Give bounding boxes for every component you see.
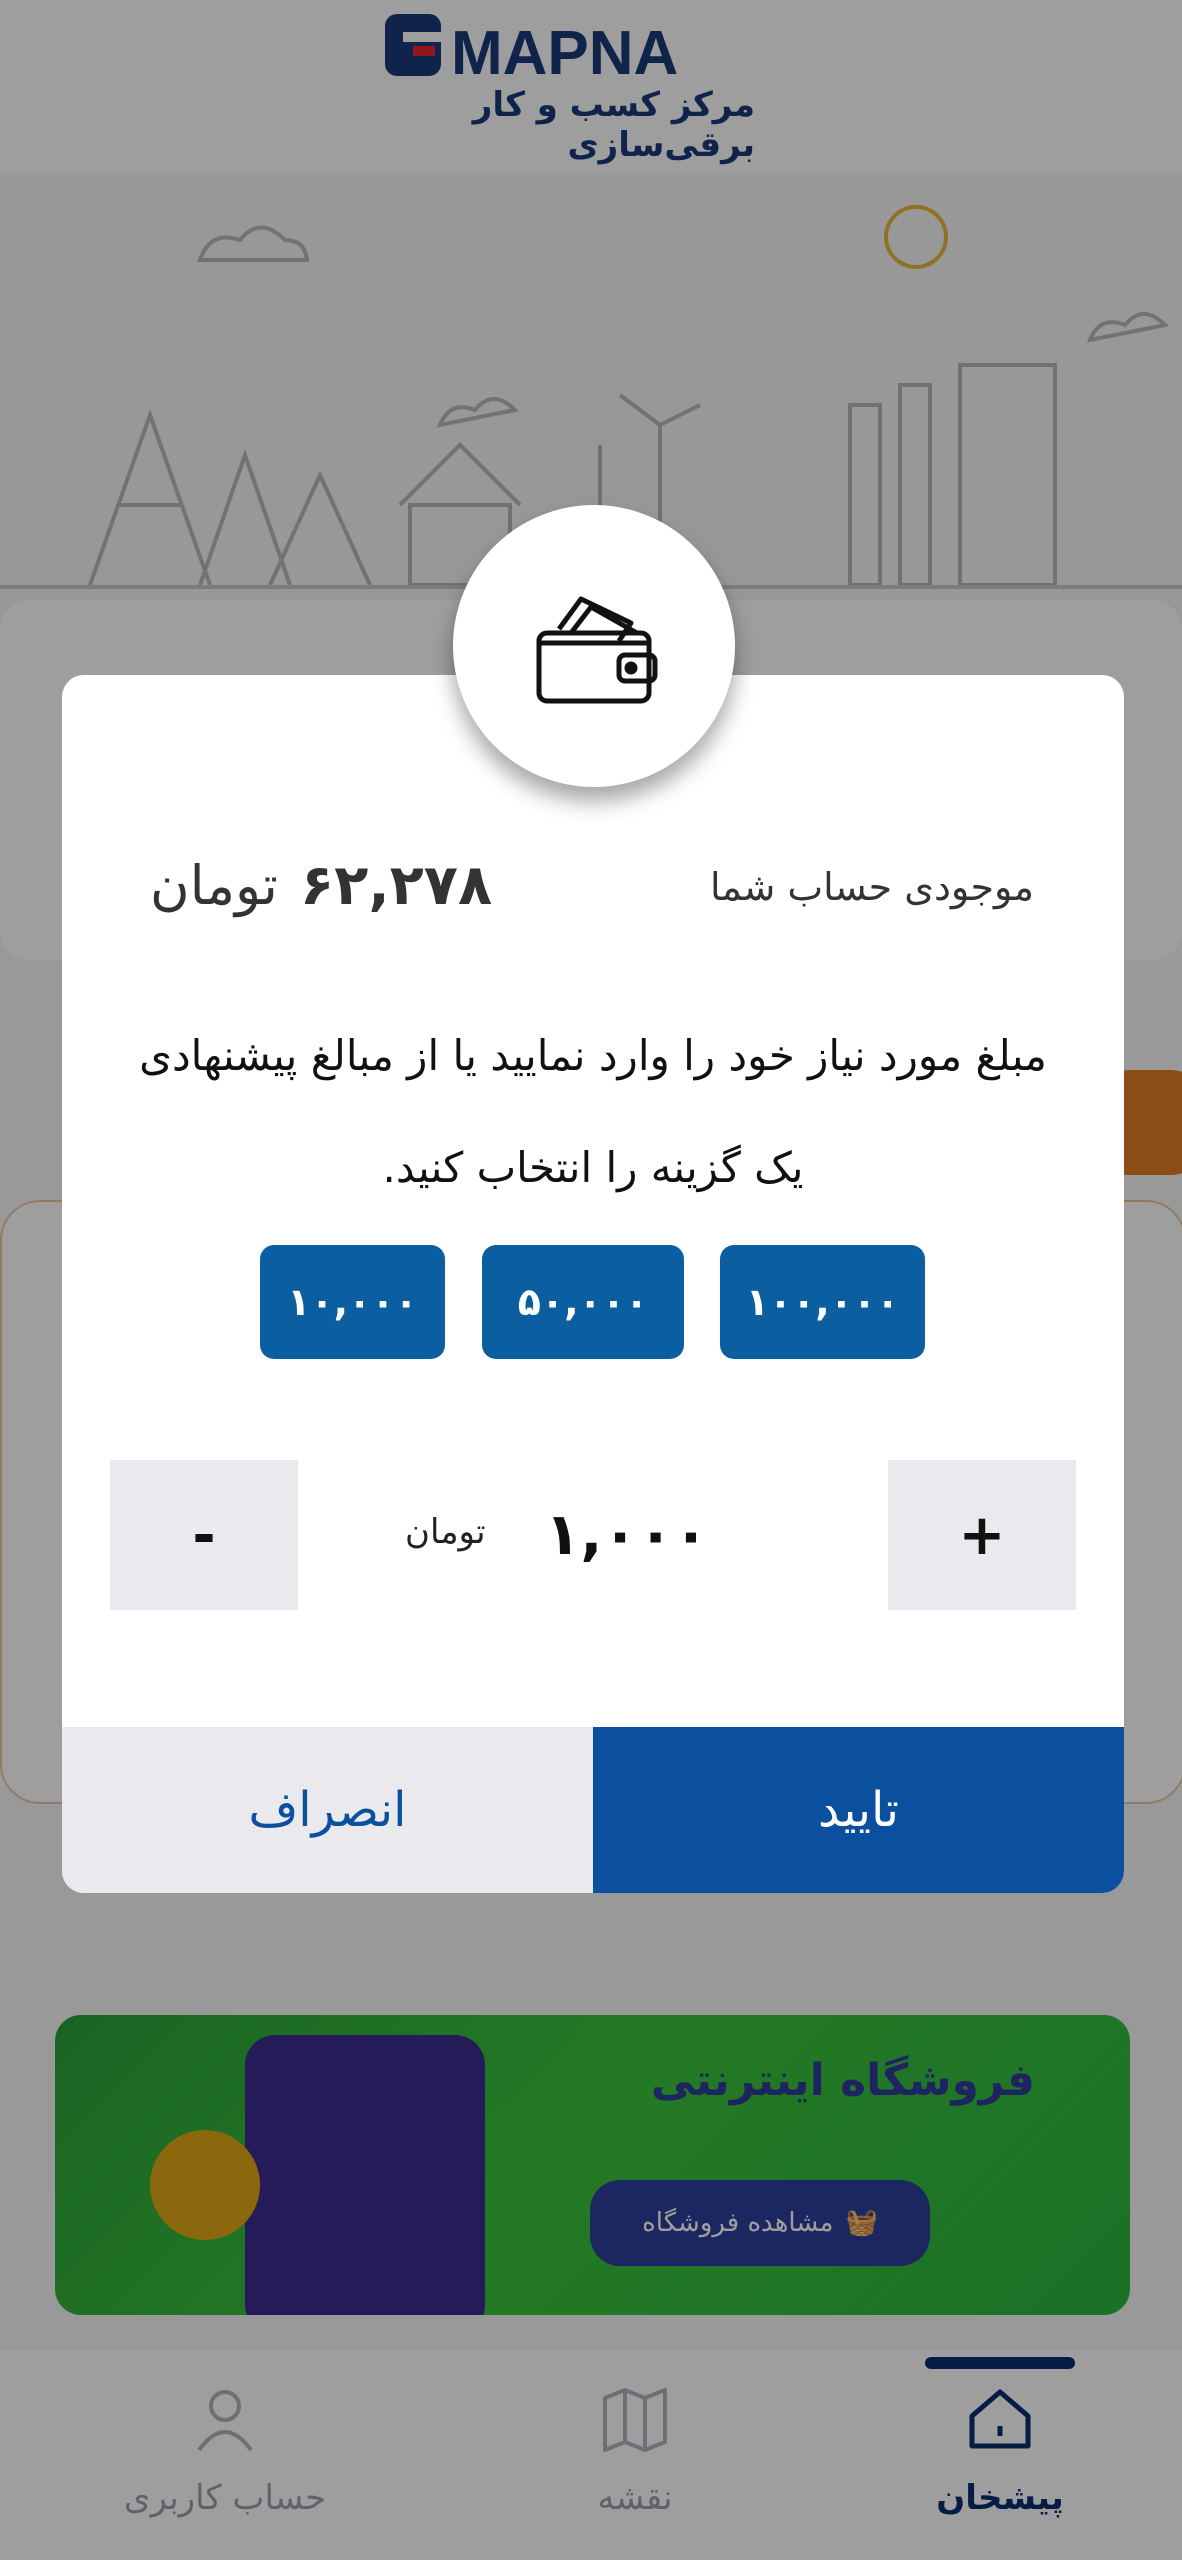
amount-stepper: - تومان ۱,۰۰۰ + bbox=[110, 1460, 1076, 1610]
decrease-button[interactable]: - bbox=[110, 1460, 298, 1610]
cancel-button[interactable]: انصراف bbox=[62, 1727, 593, 1893]
amount-chip-100000[interactable]: ۱۰۰,۰۰۰ bbox=[720, 1245, 925, 1359]
balance-currency: تومان bbox=[150, 854, 278, 917]
balance-value: ۶۲,۲۷۸ تومان bbox=[150, 853, 492, 918]
instruction-text: مبلغ مورد نیاز خود را وارد نمایید یا از … bbox=[139, 1031, 1047, 1192]
wallet-badge bbox=[453, 505, 735, 787]
balance-amount: ۶۲,۲۷۸ bbox=[299, 853, 493, 918]
top-up-dialog: موجودی حساب شما ۶۲,۲۷۸ تومان مبلغ مورد ن… bbox=[62, 675, 1124, 1893]
increase-button[interactable]: + bbox=[888, 1460, 1076, 1610]
amount-unit: تومان bbox=[405, 1512, 486, 1552]
amount-value[interactable]: ۱,۰۰۰ bbox=[545, 1500, 709, 1568]
wallet-icon bbox=[536, 596, 658, 704]
dialog-actions: تایید انصراف bbox=[62, 1727, 1124, 1893]
suggested-amounts: ۱۰۰,۰۰۰ ۵۰,۰۰۰ ۱۰,۰۰۰ bbox=[62, 1245, 1124, 1361]
amount-chip-50000[interactable]: ۵۰,۰۰۰ bbox=[482, 1245, 684, 1359]
confirm-button[interactable]: تایید bbox=[593, 1727, 1124, 1893]
amount-chip-10000[interactable]: ۱۰,۰۰۰ bbox=[260, 1245, 445, 1359]
balance-label: موجودی حساب شما bbox=[709, 865, 1034, 909]
